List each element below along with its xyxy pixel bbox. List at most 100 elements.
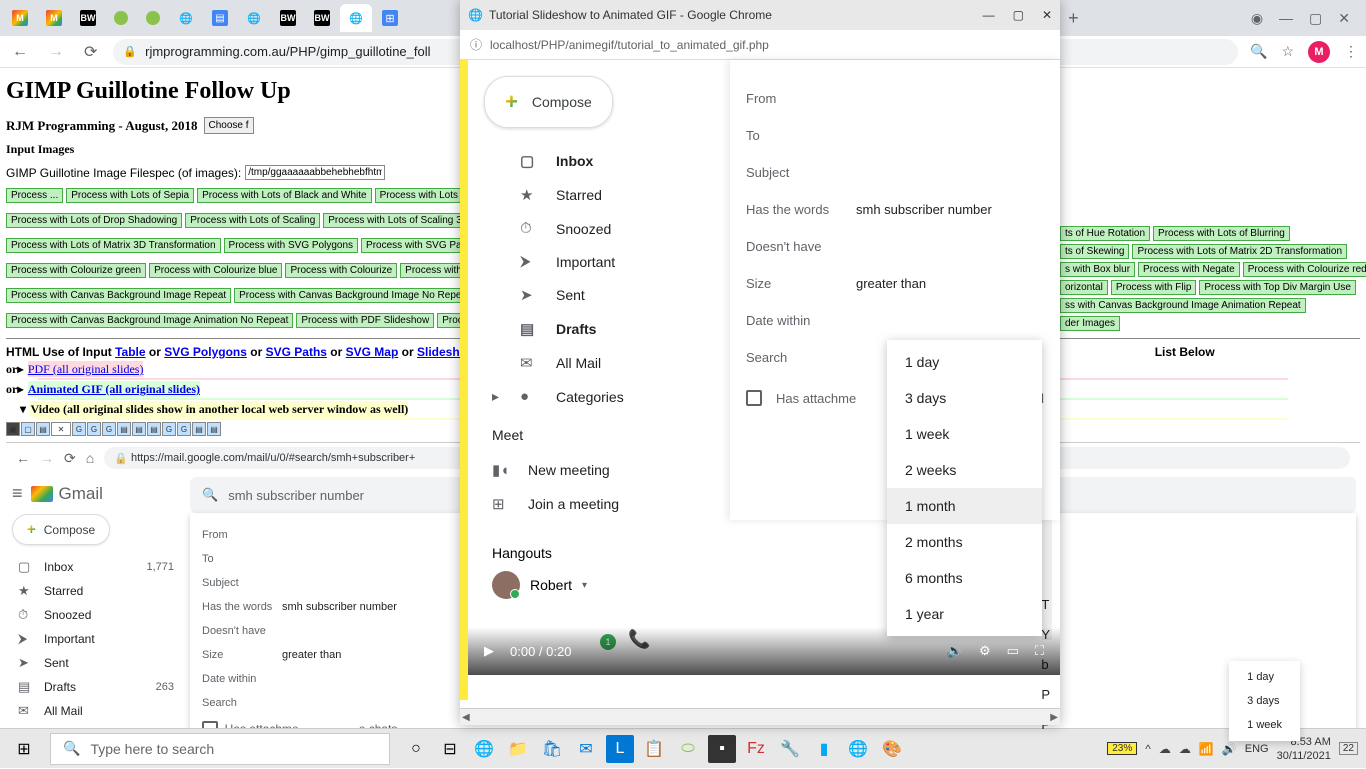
process-colourize-button[interactable]: Process with Colourize: [285, 263, 397, 278]
embed-forward-button[interactable]: →: [40, 450, 54, 466]
svg-paths-link[interactable]: SVG Paths: [266, 345, 327, 359]
process-flip-button[interactable]: Process with Flip: [1111, 280, 1197, 295]
star-icon[interactable]: ☆: [1281, 43, 1294, 60]
mini-tab[interactable]: ▤: [36, 422, 50, 436]
process-shadow-button[interactable]: Process with Lots of Drop Shadowing: [6, 213, 182, 228]
process-canvas-norepeat-button[interactable]: Process with Canvas Background Image No …: [234, 288, 475, 303]
tab-8[interactable]: BW: [272, 4, 304, 32]
volume-button[interactable]: 🔊: [947, 643, 963, 659]
tab-5[interactable]: 🌐: [170, 4, 202, 32]
profile-avatar[interactable]: M: [1308, 41, 1330, 63]
process-green-button[interactable]: Process with Colourize green: [6, 263, 146, 278]
maximize-button[interactable]: ▢: [1309, 10, 1322, 27]
tray-onedrive-icon[interactable]: ☁: [1179, 742, 1191, 756]
store-icon[interactable]: 🛍: [538, 735, 566, 763]
process-hue-button[interactable]: ts of Hue Rotation: [1060, 226, 1150, 241]
has-attachment-checkbox-big[interactable]: [746, 390, 762, 406]
mini-tab[interactable]: ▤: [192, 422, 206, 436]
date-option[interactable]: 6 months: [887, 560, 1042, 596]
process-der-images-button[interactable]: der Images: [1060, 316, 1120, 331]
mini-tab[interactable]: G: [162, 422, 176, 436]
start-button[interactable]: ⊞: [0, 729, 48, 769]
filespec-input[interactable]: [245, 165, 385, 180]
process-matrix2d-button[interactable]: Process with Lots of Matrix 2D Transform…: [1132, 244, 1347, 259]
app-blue-icon[interactable]: ▮: [810, 735, 838, 763]
date-option[interactable]: 3 days: [887, 380, 1042, 416]
fullscreen-button[interactable]: ⛶: [1035, 643, 1044, 659]
pdf-slides-link[interactable]: PDF (all original slides): [28, 361, 144, 377]
mini-tab[interactable]: ▣: [6, 422, 20, 436]
new-tab-button[interactable]: +: [1060, 8, 1087, 29]
tray-chevron-icon[interactable]: ^: [1145, 742, 1151, 756]
embed-back-button[interactable]: ←: [16, 450, 30, 466]
app-icon-2[interactable]: 🔧: [776, 735, 804, 763]
folder-item[interactable]: ➤Sent: [12, 651, 180, 675]
process-svg-poly-button[interactable]: Process with SVG Polygons: [224, 238, 359, 253]
pip-button[interactable]: ▭: [1007, 643, 1019, 659]
process-blur-button[interactable]: Process with Lots of Blurring: [1153, 226, 1290, 241]
date-option[interactable]: 1 day: [1229, 665, 1300, 689]
mini-tab[interactable]: ▤: [207, 422, 221, 436]
gif-slides-link[interactable]: Animated GIF (all original slides): [28, 381, 200, 397]
choose-file-button[interactable]: [204, 117, 254, 134]
tray-cloud-icon[interactable]: ☁: [1159, 742, 1171, 756]
folder-item[interactable]: ▢Inbox1,771: [12, 555, 180, 579]
mini-tab[interactable]: G: [177, 422, 191, 436]
tab-2[interactable]: BW: [72, 4, 104, 32]
embed-home-button[interactable]: ⌂: [86, 450, 94, 466]
gmail-menu-icon[interactable]: ≡: [12, 483, 23, 504]
process-pdf-slideshow-button[interactable]: Process with PDF Slideshow: [296, 313, 434, 328]
mini-tab[interactable]: G: [87, 422, 101, 436]
mini-tab[interactable]: ▤: [147, 422, 161, 436]
cortana-icon[interactable]: ○: [402, 735, 430, 763]
mini-tab-close[interactable]: ✕: [51, 422, 71, 436]
table-link[interactable]: Table: [115, 345, 145, 359]
mini-tab[interactable]: ▤: [132, 422, 146, 436]
zoom-icon[interactable]: 🔍: [1250, 43, 1267, 60]
process-boxblur-button[interactable]: s with Box blur: [1060, 262, 1135, 277]
process-matrix3d-button[interactable]: Process with Lots of Matrix 3D Transform…: [6, 238, 221, 253]
popup-maximize-button[interactable]: ▢: [1013, 8, 1024, 22]
notification-center-icon[interactable]: 22: [1339, 742, 1358, 755]
svg-poly-link[interactable]: SVG Polygons: [164, 345, 247, 359]
settings-icon[interactable]: ◉: [1251, 10, 1263, 27]
folder-item[interactable]: ⮞Important: [12, 627, 180, 651]
tab-4[interactable]: [138, 4, 168, 32]
tab-7[interactable]: 🌐: [238, 4, 270, 32]
process-margin-button[interactable]: Process with Top Div Margin Use: [1199, 280, 1356, 295]
process-scaling-button[interactable]: Process with Lots of Scaling: [185, 213, 320, 228]
mini-tab[interactable]: ▢: [21, 422, 35, 436]
process-canvas-repeat-button[interactable]: Process with Canvas Background Image Rep…: [6, 288, 231, 303]
embed-reload-button[interactable]: ⟳: [64, 450, 76, 467]
chrome-icon[interactable]: 🌐: [844, 735, 872, 763]
date-option[interactable]: 3 days: [1229, 689, 1300, 713]
process-negate-button[interactable]: Process with Negate: [1138, 262, 1240, 277]
taskbar-search-input[interactable]: 🔍Type here to search: [50, 733, 390, 765]
tab-11[interactable]: ⊞: [374, 4, 406, 32]
date-option[interactable]: 1 week: [1229, 713, 1300, 737]
taskview-icon[interactable]: ⊟: [436, 735, 464, 763]
tab-1[interactable]: M: [38, 4, 70, 32]
date-option[interactable]: 1 year: [887, 596, 1042, 632]
app-l-icon[interactable]: L: [606, 735, 634, 763]
terminal-icon[interactable]: ▪: [708, 735, 736, 763]
play-button[interactable]: ▶: [484, 643, 494, 659]
process-canvas-anim-repeat-button[interactable]: ss with Canvas Background Image Animatio…: [1060, 298, 1306, 313]
app-icon[interactable]: 📋: [640, 735, 668, 763]
popup-horizontal-scrollbar[interactable]: ◀▶: [460, 708, 1060, 725]
compose-button-big[interactable]: +Compose: [484, 76, 613, 128]
process-red-button[interactable]: Process with Colourize red: [1243, 262, 1366, 277]
tab-9[interactable]: BW: [306, 4, 338, 32]
date-option[interactable]: 2 months: [887, 524, 1042, 560]
compose-button-small[interactable]: +Compose: [12, 514, 110, 545]
process-bw-button[interactable]: Process with Lots of Black and White: [197, 188, 372, 203]
tab-0[interactable]: M: [4, 4, 36, 32]
folder-item[interactable]: ✉All Mail: [12, 699, 180, 723]
mini-tab[interactable]: ▤: [117, 422, 131, 436]
mail-icon[interactable]: ✉: [572, 735, 600, 763]
folder-item[interactable]: ▤Drafts263: [12, 675, 180, 699]
edge-icon[interactable]: 🌐: [470, 735, 498, 763]
date-option[interactable]: 1 week: [887, 416, 1042, 452]
date-option[interactable]: 1 day: [887, 344, 1042, 380]
popup-titlebar[interactable]: 🌐 Tutorial Slideshow to Animated GIF - G…: [460, 0, 1060, 30]
